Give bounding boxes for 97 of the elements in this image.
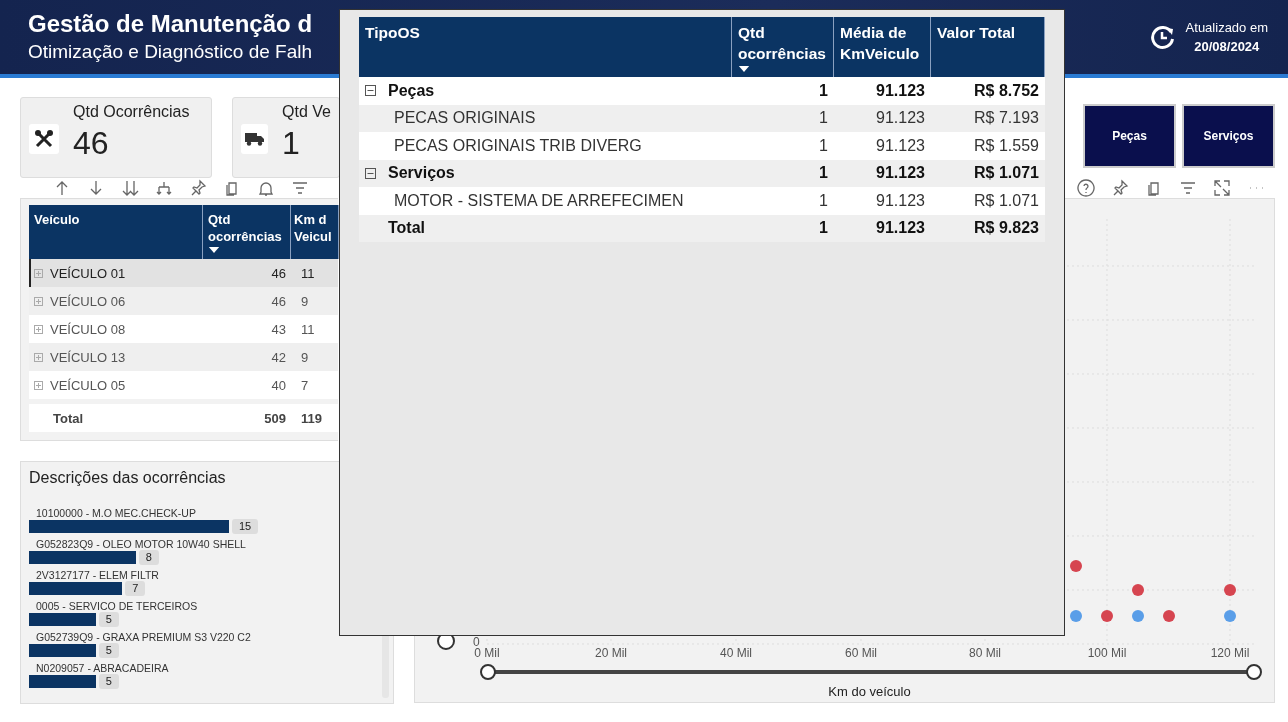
range-slider[interactable] [480,664,1262,680]
slider-label: Km do veículo [827,684,912,699]
table-cell-text: 1 [818,164,829,183]
data-point[interactable] [1070,610,1082,622]
report-title: Gestão de Manutenção d [28,9,313,39]
category-label: G052823Q9 - OLEO MOTOR 10W40 SHELL [35,538,247,550]
filter-button[interactable]: Serviços [1182,104,1275,168]
table-cell: MOTOR - SISTEMA DE ARREFECIMEN [394,191,684,210]
data-label: 5 [98,674,119,689]
table-cell-text: 9 [300,349,310,365]
report-subtitle: Otimização e Diagnóstico de Falh [28,40,313,64]
table-cell-text: 46 [270,265,287,281]
table-cell-text: 91.123 [875,191,926,210]
table-row[interactable]: VEÍCULO 05 40 7 [29,371,338,399]
table-cell-text: R$ 7.193 [973,109,1040,128]
table-cell: Total [388,219,426,238]
tools-icon [34,129,54,149]
slider-thumb[interactable] [1246,664,1262,680]
expand-plus-icon[interactable] [34,380,43,390]
expand-plus-icon[interactable] [34,324,43,334]
axis-tick-label: 100 Mil [1087,646,1127,660]
truck-icon [244,131,265,147]
filter-button[interactable]: Peças [1083,104,1176,168]
table-cell-text: 91.123 [875,164,926,183]
kpi-label: Qtd Ve [282,103,331,121]
collapse-icon[interactable] [365,85,376,97]
axis-tick-label: 40 Mil [720,646,752,660]
expand-plus-icon[interactable] [34,296,43,306]
data-point[interactable] [1224,584,1236,596]
axis-tick-label: 120 Mil [1210,646,1250,660]
table-cell-text: 1 [818,191,829,210]
total-label: Total [53,410,84,426]
table-cell: VEÍCULO 06 [50,293,126,309]
kpi-value: 1 [282,125,301,162]
category-label: N0209057 - ABRACADEIRA [35,662,170,674]
category-label: G052739Q9 - GRAXA PREMIUM S3 V220 C2 [35,631,252,643]
table-cell-text: 1 [818,81,829,100]
table-cell-text: 91.123 [875,219,926,238]
data-point[interactable] [1070,560,1082,572]
category-label: 2V3127177 - ELEM FILTR [35,569,160,581]
table-cell-text: 119 [300,410,323,426]
kpi-value: 46 [73,125,110,162]
data-point[interactable] [1163,610,1175,622]
table-row[interactable]: VEÍCULO 08 43 11 [29,315,338,343]
expand-plus-icon[interactable] [34,352,43,362]
kpi-label: Qtd Ocorrências [73,103,190,121]
table-cell-text: 91.123 [875,136,926,155]
table-cell-text: R$ 8.752 [973,81,1040,100]
data-point[interactable] [1224,610,1236,622]
table-cell: Peças [388,81,435,100]
axis-tick-label: 80 Mil [969,646,1001,660]
updated-date: 20/08/2024 [1193,38,1261,56]
table-cell: VEÍCULO 08 [50,321,126,337]
data-point[interactable] [1132,584,1144,596]
data-point[interactable] [1101,610,1113,622]
axis-tick-label: 0 Mil [474,646,500,660]
table-cell-text: 43 [270,321,287,337]
table-cell-text: 42 [270,349,287,365]
table-cell-text: 1 [818,136,829,155]
updated-label: Atualizado em [1185,19,1268,37]
slider-thumb[interactable] [480,664,496,680]
table-cell-text: 11 [300,321,316,337]
table-cell: VEÍCULO 05 [50,377,126,393]
table-cell-text: R$ 1.559 [973,136,1040,155]
data-label: 8 [138,550,159,565]
table-cell-text: 91.123 [875,81,926,100]
table-cell: VEÍCULO 13 [50,349,126,365]
table-cell-text: 7 [300,377,310,393]
table-cell-text: 91.123 [875,109,926,128]
collapse-icon[interactable] [365,167,376,179]
table-cell-text: R$ 1.071 [973,191,1040,210]
table-cell-text: 11 [300,265,316,281]
refresh-clock-icon [1149,24,1176,50]
table-cell: PECAS ORIGINAIS [394,109,536,128]
data-point[interactable] [1132,610,1144,622]
table-cell: VEÍCULO 01 [50,265,126,281]
data-label: 15 [232,519,259,534]
category-label: 10100000 - M.O MEC.CHECK-UP [35,507,197,519]
table-cell: Serviços [388,164,455,183]
table-cell-text: R$ 1.071 [973,164,1040,183]
table-cell-text: 1 [818,109,829,128]
axis-tick-label: 60 Mil [845,646,877,660]
table-cell: PECAS ORIGINAIS TRIB DIVERG [394,136,642,155]
axis-tick-label: 0 [473,635,480,649]
data-label: 5 [98,643,119,658]
category-label: 0005 - SERVICO DE TERCEIROS [35,600,199,612]
axis-tick-label: 20 Mil [595,646,627,660]
table-cell-text: 46 [270,293,287,309]
table-row[interactable]: VEÍCULO 01 46 11 [29,259,338,287]
table-cell-text: 509 [263,410,287,426]
chart-title: Descrições das ocorrências [29,469,227,487]
table-cell-text: 1 [818,219,829,238]
table-cell-text: 40 [270,377,287,393]
data-label: 5 [98,612,119,627]
table-cell-text: 9 [300,293,310,309]
data-label: 7 [125,581,146,596]
table-cell-text: R$ 9.823 [973,219,1040,238]
